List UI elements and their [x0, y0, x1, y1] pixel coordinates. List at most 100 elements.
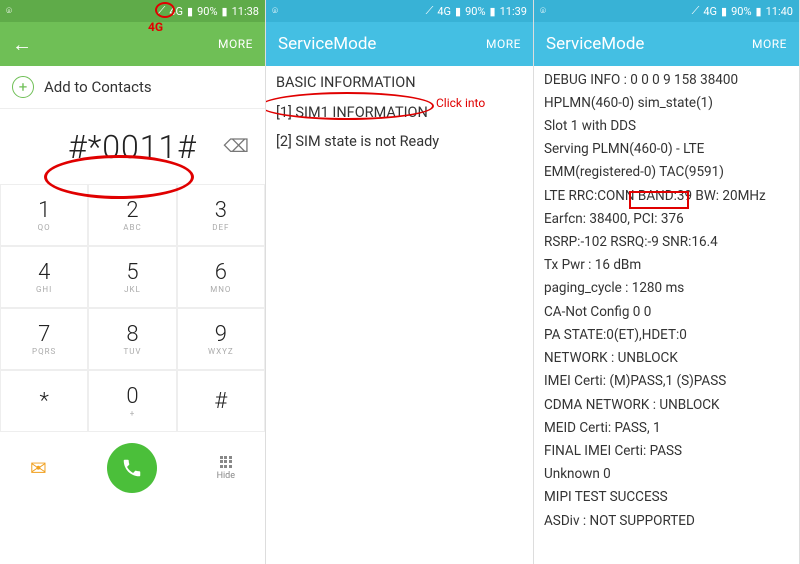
- battery-icon: ▮: [222, 5, 228, 18]
- more-button[interactable]: MORE: [486, 37, 521, 51]
- servicemode-detail-screen: ⌾ ⟋ 4G ▮ 90% ▮ 11:40 ServiceMode MORE DE…: [534, 0, 800, 564]
- add-to-contacts-row[interactable]: + Add to Contacts: [0, 66, 265, 109]
- key-letters: DEF: [212, 223, 229, 232]
- list-item: paging_cycle : 1280 ms: [534, 277, 799, 300]
- status-bar: ⌾ ⟋ 4G ▮ 90% ▮ 11:39: [266, 0, 533, 22]
- list-item: IMEI Certi: (M)PASS,1 (S)PASS: [534, 370, 799, 393]
- key-letters: WXYZ: [208, 347, 234, 356]
- list-item: Serving PLMN(460-0) - LTE: [534, 138, 799, 161]
- keypad-key-2[interactable]: 2ABC: [88, 184, 176, 246]
- key-digit: 1: [38, 198, 50, 223]
- key-letters: QO: [38, 223, 51, 232]
- key-digit: 3: [215, 198, 227, 223]
- keypad-key-9[interactable]: 9WXYZ: [177, 308, 265, 370]
- keypad-key-#[interactable]: #: [177, 370, 265, 432]
- battery-icon: ▮: [490, 5, 496, 18]
- signal-icon: ▮: [187, 5, 193, 18]
- key-letters: TUV: [123, 347, 141, 356]
- list-item: Slot 1 with DDS: [534, 114, 799, 137]
- list-item: MIPI TEST SUCCESS: [534, 486, 799, 509]
- key-digit: *: [39, 389, 48, 414]
- dialer-screen: ⌾ ⟋ 4G ▮ 90% ▮ 11:38 ← MORE + Add to Con…: [0, 0, 266, 564]
- status-bar: ⌾ ⟋ 4G ▮ 90% ▮ 11:38: [0, 0, 265, 22]
- battery-text: 90%: [197, 5, 217, 18]
- add-to-contacts-label: Add to Contacts: [44, 78, 152, 96]
- key-letters: PQRS: [32, 347, 56, 356]
- network-4g-icon: 4G: [169, 5, 183, 18]
- dialed-number: #*0011#: [68, 128, 197, 166]
- keypad-key-7[interactable]: 7PQRS: [0, 308, 88, 370]
- list-item: Tx Pwr : 16 dBm: [534, 254, 799, 277]
- keypad-key-6[interactable]: 6MNO: [177, 246, 265, 308]
- keypad-key-4[interactable]: 4GHI: [0, 246, 88, 308]
- network-4g-icon: 4G: [703, 5, 717, 18]
- key-digit: 6: [215, 260, 227, 285]
- servicemode-list: BASIC INFORMATION[1] SIM1 INFORMATION[2]…: [266, 66, 533, 159]
- list-item: ASDiv : NOT SUPPORTED: [534, 509, 799, 532]
- keypad: 1QO2ABC3DEF4GHI5JKL6MNO7PQRS8TUV9WXYZ*0+…: [0, 184, 265, 432]
- keypad-key-1[interactable]: 1QO: [0, 184, 88, 246]
- keypad-key-3[interactable]: 3DEF: [177, 184, 265, 246]
- more-button[interactable]: MORE: [218, 37, 253, 51]
- message-icon[interactable]: ✉: [30, 456, 47, 480]
- whatsapp-icon: ⌾: [272, 6, 278, 17]
- key-digit: 9: [215, 322, 227, 347]
- backspace-icon[interactable]: ⌫: [224, 136, 249, 157]
- whatsapp-icon: ⌾: [540, 6, 546, 17]
- keypad-grid-icon: [220, 456, 232, 468]
- no-sim-icon: ⟋: [692, 4, 700, 18]
- battery-text: 90%: [731, 5, 751, 18]
- keypad-key-5[interactable]: 5JKL: [88, 246, 176, 308]
- list-item: Unknown 0: [534, 463, 799, 486]
- keypad-key-8[interactable]: 8TUV: [88, 308, 176, 370]
- keypad-key-0[interactable]: 0+: [88, 370, 176, 432]
- list-item: FINAL IMEI Certi: PASS: [534, 440, 799, 463]
- list-item: RSRP:-102 RSRQ:-9 SNR:16.4: [534, 231, 799, 254]
- list-item: CDMA NETWORK : UNBLOCK: [534, 393, 799, 416]
- servicemode-menu-screen: ⌾ ⟋ 4G ▮ 90% ▮ 11:39 ServiceMode MORE BA…: [266, 0, 534, 564]
- servicemode-detail-list: DEBUG INFO : 0 0 0 9 158 38400HPLMN(460-…: [534, 66, 799, 534]
- battery-text: 90%: [465, 5, 485, 18]
- servicemode-header: ServiceMode MORE: [266, 22, 533, 66]
- list-item[interactable]: BASIC INFORMATION: [266, 68, 533, 98]
- list-item[interactable]: [2] SIM state is not Ready: [266, 127, 533, 157]
- clock-text: 11:39: [500, 5, 527, 18]
- whatsapp-icon: ⌾: [6, 6, 12, 17]
- dialer-bottom-row: ✉ Hide: [0, 432, 265, 504]
- servicemode-header: ServiceMode MORE: [534, 22, 799, 66]
- list-item: HPLMN(460-0) sim_state(1): [534, 91, 799, 114]
- no-sim-icon: ⟋: [158, 4, 166, 18]
- plus-icon: +: [12, 76, 34, 98]
- page-title: ServiceMode: [546, 34, 644, 54]
- back-icon[interactable]: ←: [12, 32, 32, 57]
- list-item: Earfcn: 38400, PCI: 376: [534, 207, 799, 230]
- signal-icon: ▮: [455, 5, 461, 18]
- key-letters: GHI: [36, 285, 52, 294]
- key-letters: JKL: [124, 285, 141, 294]
- list-item: MEID Certi: PASS, 1: [534, 416, 799, 439]
- list-item: LTE RRC:CONN BAND:39 BW: 20MHz: [534, 184, 799, 207]
- list-item: EMM(registered-0) TAC(9591): [534, 161, 799, 184]
- dialer-header: ← MORE: [0, 22, 265, 66]
- more-button[interactable]: MORE: [752, 37, 787, 51]
- keypad-key-*[interactable]: *: [0, 370, 88, 432]
- list-item: CA-Not Config 0 0: [534, 300, 799, 323]
- key-digit: 0: [126, 384, 138, 409]
- hide-label: Hide: [217, 471, 235, 481]
- signal-icon: ▮: [721, 5, 727, 18]
- key-digit: 4: [38, 260, 50, 285]
- battery-icon: ▮: [756, 5, 762, 18]
- hide-keypad-button[interactable]: Hide: [217, 456, 235, 481]
- page-title: ServiceMode: [278, 34, 376, 54]
- key-digit: #: [214, 389, 227, 414]
- key-digit: 2: [126, 198, 138, 223]
- key-letters: +: [130, 409, 136, 418]
- clock-text: 11:38: [232, 5, 259, 18]
- key-digit: 8: [126, 322, 138, 347]
- call-button[interactable]: [107, 443, 157, 493]
- key-letters: ABC: [123, 223, 141, 232]
- key-digit: 5: [126, 260, 138, 285]
- list-item: PA STATE:0(ET),HDET:0: [534, 323, 799, 346]
- network-4g-icon: 4G: [437, 5, 451, 18]
- list-item[interactable]: [1] SIM1 INFORMATION: [266, 98, 533, 128]
